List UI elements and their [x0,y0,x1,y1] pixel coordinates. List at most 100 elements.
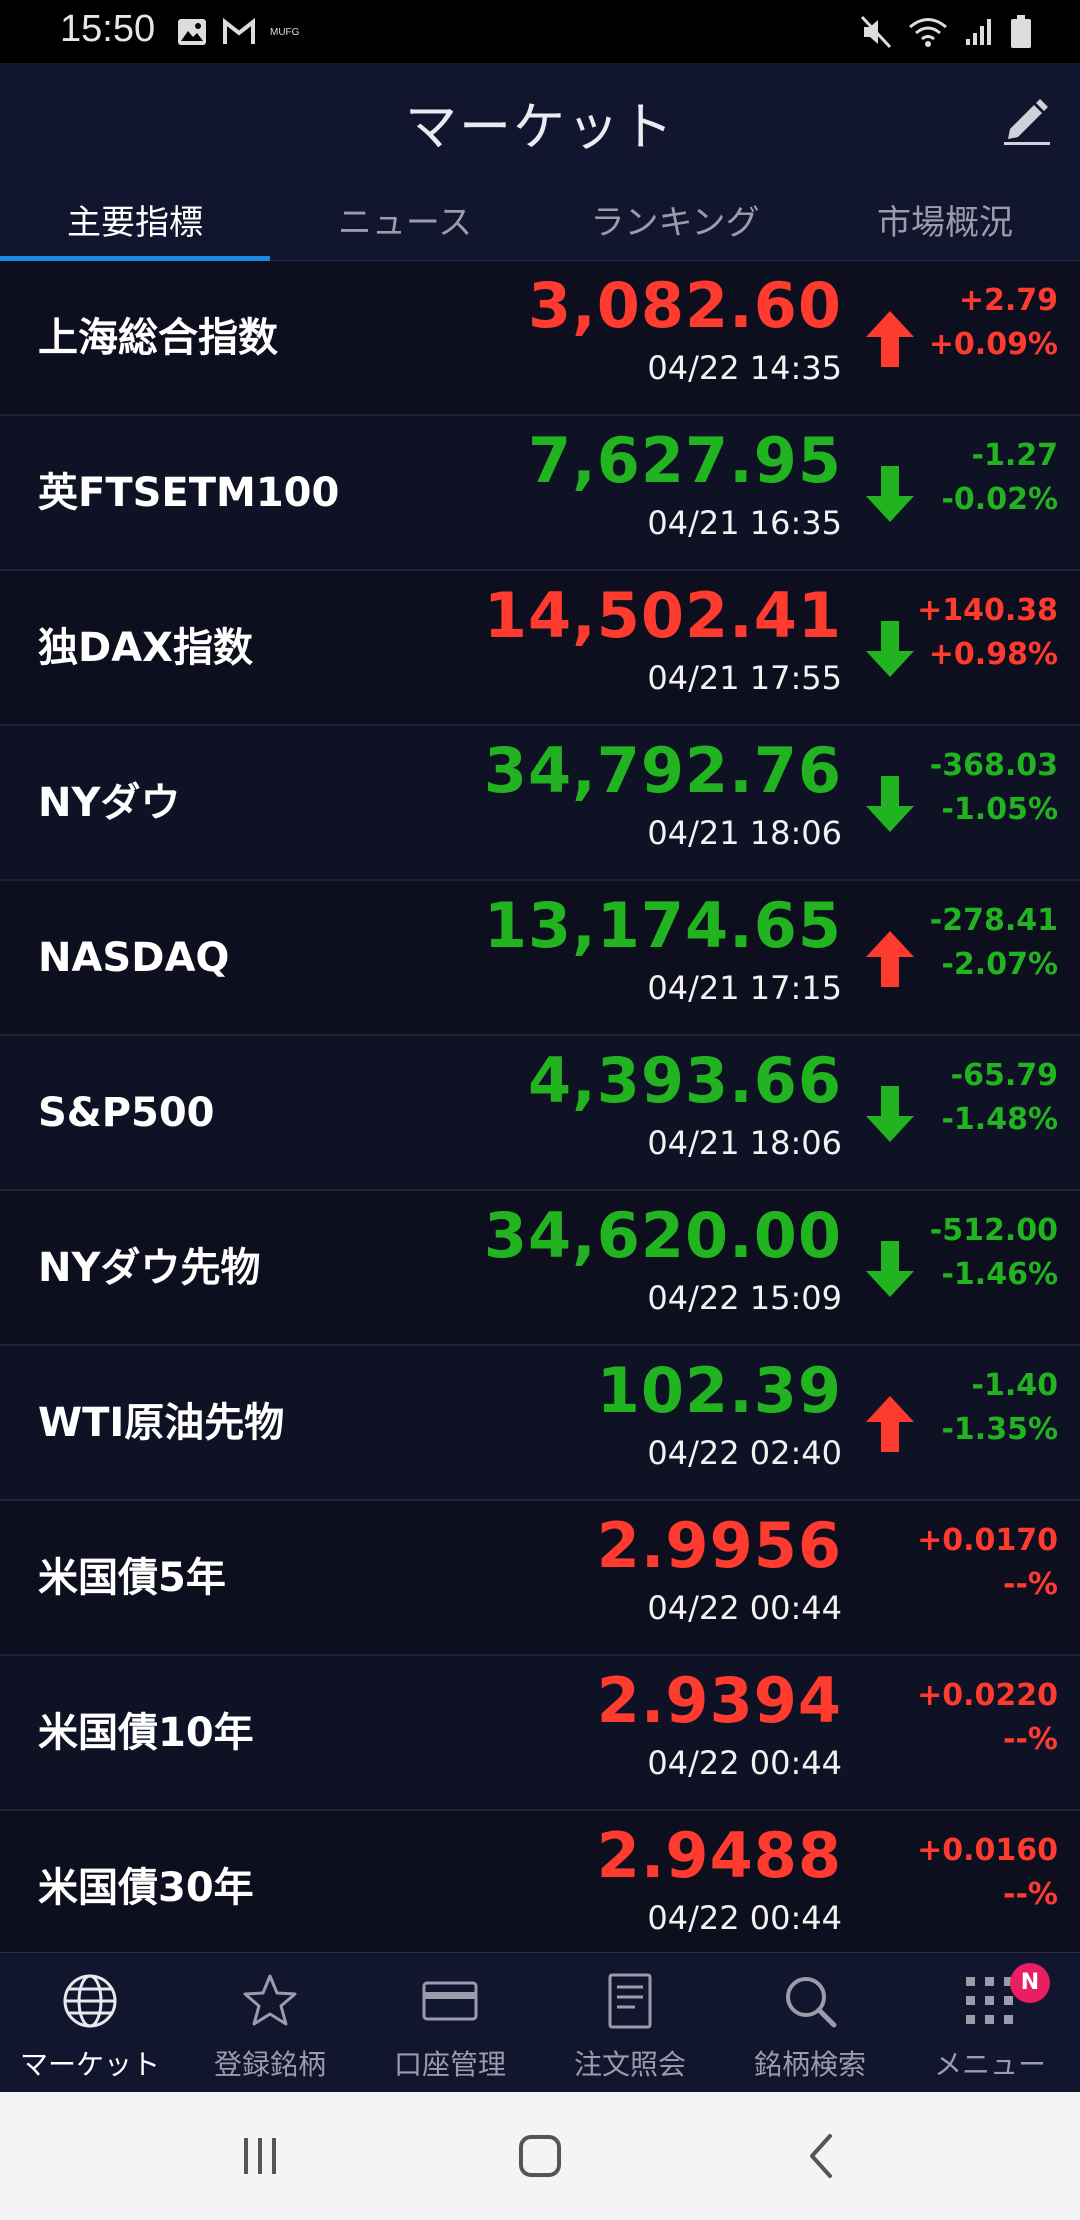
index-change-percent: +0.09% [928,327,1058,362]
index-change: +0.0160 [917,1833,1058,1868]
index-timestamp: 04/21 17:15 [647,969,842,1007]
nav-orders[interactable]: 注文照会 [540,1953,720,2093]
index-price: 13,174.65 [483,889,842,962]
index-change: -65.79 [950,1058,1058,1093]
index-timestamp: 04/22 15:09 [647,1279,842,1317]
mufg-label: MUFG [270,26,300,38]
index-name: NYダウ先物 [38,1245,261,1291]
index-timestamp: 04/21 17:55 [647,659,842,697]
index-name: 独DAX指数 [38,625,253,671]
nav-label: 銘柄検索 [753,2048,866,2081]
nav-market[interactable]: マーケット [0,1953,180,2093]
signal-icon [966,19,991,45]
list-item[interactable]: 独DAX指数 14,502.41 04/21 17:55 +140.38 +0.… [0,571,1080,726]
index-name: 米国債10年 [38,1710,254,1756]
index-change-percent: -1.05% [941,792,1058,827]
list-item[interactable]: S&P500 4,393.66 04/21 18:06 -65.79 -1.48… [0,1036,1080,1191]
index-price: 2.9394 [596,1664,842,1737]
list-item[interactable]: NASDAQ 13,174.65 04/21 17:15 -278.41 -2.… [0,881,1080,1036]
index-change-percent: --% [1003,1722,1058,1757]
star-icon [243,1974,297,2026]
index-change: +140.38 [917,593,1058,628]
index-price: 7,627.95 [528,424,842,497]
back-icon[interactable] [792,2126,852,2186]
index-change-percent: -1.35% [941,1412,1058,1447]
index-timestamp: 04/22 14:35 [647,349,842,387]
tab-ranking[interactable]: ランキング [540,195,810,244]
index-name: NYダウ [38,780,181,826]
app-header: マーケット [0,63,1080,183]
pencil-icon[interactable] [1000,91,1054,147]
globe-icon [63,1974,117,2028]
nav-watchlist[interactable]: 登録銘柄 [180,1953,360,2093]
index-timestamp: 04/22 00:44 [647,1589,842,1627]
index-change: -368.03 [929,748,1058,783]
index-timestamp: 04/21 18:06 [647,814,842,852]
list-item[interactable]: NYダウ 34,792.76 04/21 18:06 -368.03 -1.05… [0,726,1080,881]
index-change-percent: +0.98% [928,637,1058,672]
index-name: 英FTSETM100 [38,470,340,516]
index-price: 3,082.60 [528,269,842,342]
list-item[interactable]: 米国債10年 2.9394 04/22 00:44 +0.0220 --% [0,1656,1080,1811]
arrow-up-icon [866,1396,914,1452]
index-change-percent: -0.02% [941,482,1058,517]
search-icon [786,1977,837,2028]
index-change: +0.0170 [917,1523,1058,1558]
index-change-percent: -1.46% [941,1257,1058,1292]
index-change: -278.41 [929,903,1058,938]
index-change-percent: -2.07% [941,947,1058,982]
tab-market-overview[interactable]: 市場概況 [810,195,1080,244]
bottom-nav: マーケット 登録銘柄 口座管理 注文照会 銘柄検索 N メニュー [0,1952,1080,2092]
status-bar: 15:50 MUFG [0,0,1080,63]
nav-search[interactable]: 銘柄検索 [720,1953,900,2093]
nav-menu[interactable]: N メニュー [900,1953,1080,2093]
tab-news[interactable]: ニュース [270,195,540,244]
arrow-down-icon [866,621,914,677]
mute-icon [860,15,892,49]
nav-label: 登録銘柄 [213,2048,326,2081]
index-change: +0.0220 [917,1678,1058,1713]
page-title: マーケット [404,98,675,158]
list-item[interactable]: 英FTSETM100 7,627.95 04/21 16:35 -1.27 -0… [0,416,1080,571]
index-price: 34,792.76 [483,734,842,807]
index-change: -1.40 [971,1368,1058,1403]
tab-main-indices[interactable]: 主要指標 [0,195,270,244]
index-name: 上海総合指数 [38,315,278,361]
recents-icon[interactable] [230,2126,290,2186]
index-name: 米国債30年 [38,1865,254,1911]
index-price: 2.9956 [596,1509,842,1582]
battery-icon [1011,15,1031,48]
index-price: 102.39 [596,1354,842,1427]
index-timestamp: 04/22 00:44 [647,1899,842,1937]
index-change: -512.00 [929,1213,1058,1248]
index-name: WTI原油先物 [38,1400,285,1446]
nav-account[interactable]: 口座管理 [360,1953,540,2093]
list-item[interactable]: 米国債30年 2.9488 04/22 00:44 +0.0160 --% [0,1811,1080,1952]
arrow-down-icon [866,776,914,832]
index-price: 14,502.41 [483,579,842,652]
notification-badge: N [1010,1963,1050,2003]
nav-label: メニュー [933,2048,1046,2081]
arrow-down-icon [866,1241,914,1297]
index-change-percent: --% [1003,1567,1058,1602]
index-change: -1.27 [971,438,1058,473]
index-name: 米国債5年 [38,1555,226,1601]
index-name: S&P500 [38,1090,215,1136]
nav-label: マーケット [19,2048,160,2081]
tab-bar: 主要指標 ニュース ランキング 市場概況 [0,183,1080,261]
list-item[interactable]: WTI原油先物 102.39 04/22 02:40 -1.40 -1.35% [0,1346,1080,1501]
index-price: 34,620.00 [483,1199,842,1272]
market-list: 上海総合指数 3,082.60 04/22 14:35 +2.79 +0.09%… [0,261,1080,1952]
arrow-up-icon [866,311,914,367]
list-item[interactable]: 米国債5年 2.9956 04/22 00:44 +0.0170 --% [0,1501,1080,1656]
arrow-down-icon [866,1086,914,1142]
list-item[interactable]: 上海総合指数 3,082.60 04/22 14:35 +2.79 +0.09% [0,261,1080,416]
list-item[interactable]: NYダウ先物 34,620.00 04/22 15:09 -512.00 -1.… [0,1191,1080,1346]
index-timestamp: 04/21 16:35 [647,504,842,542]
system-nav-bar [0,2092,1080,2220]
index-timestamp: 04/22 02:40 [647,1434,842,1472]
home-icon[interactable] [510,2126,570,2186]
index-change-percent: -1.48% [941,1102,1058,1137]
index-price: 4,393.66 [528,1044,842,1117]
index-change: +2.79 [958,283,1058,318]
